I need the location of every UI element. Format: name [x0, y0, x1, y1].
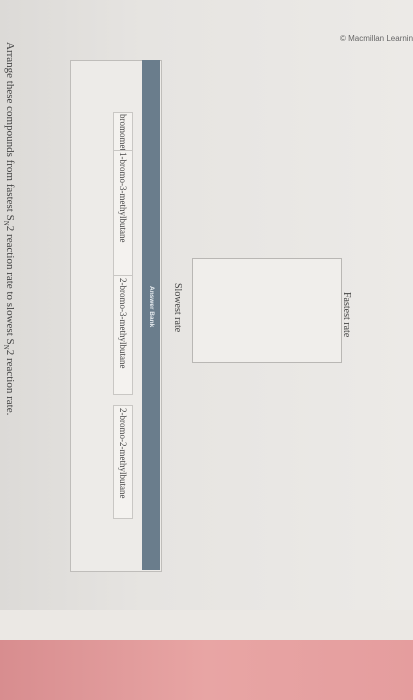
answer-chip-label: 2-bromo-2-methylbutane: [118, 408, 128, 499]
copyright-text: © Macmillan Learning: [340, 34, 413, 43]
question-text: Arrange these compounds from fastest SN2…: [1, 42, 16, 416]
fastest-rate-label: Fastest rate: [341, 292, 352, 338]
slowest-rate-label: Slowest rate: [172, 283, 183, 333]
answer-chip-label: 1-bromo-3-methylbutane: [118, 152, 128, 243]
answer-bank-title: Answer Bank: [148, 286, 155, 328]
pink-strip: [0, 640, 413, 700]
answer-chip-label: 2-bromo-3-methylbutane: [118, 278, 128, 369]
ranking-drop-zone[interactable]: [192, 258, 342, 363]
